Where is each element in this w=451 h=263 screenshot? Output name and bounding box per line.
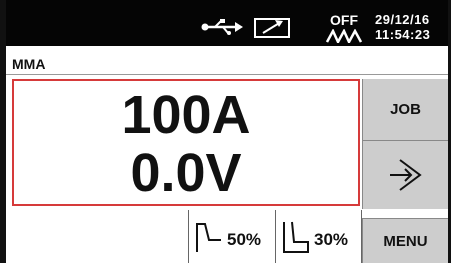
menu-button-label: MENU: [383, 232, 428, 250]
hot-start-icon: [196, 223, 221, 252]
power-state-label: OFF: [330, 12, 358, 28]
enter-arrow-icon: [389, 159, 422, 191]
hot-start-param[interactable]: 50%: [188, 210, 275, 263]
welding-params-row: 50% 30%: [188, 210, 362, 263]
job-button[interactable]: JOB: [362, 79, 448, 141]
welder-display: OFF 29/12/16 11:54:23 MMA 100A 0.0V JOB …: [0, 0, 451, 263]
voltage-readout: 0.0V: [130, 143, 242, 203]
wire-feed-icon: [254, 18, 290, 38]
arc-wave-icon: [326, 29, 362, 43]
arc-force-value: 30%: [314, 230, 349, 249]
usb-icon: [201, 19, 243, 35]
readout-panel: 100A 0.0V: [12, 79, 360, 206]
current-readout: 100A: [121, 85, 251, 145]
time-label: 11:54:23: [375, 27, 431, 42]
date-label: 29/12/16: [375, 12, 430, 27]
arc-force-icon: [283, 221, 309, 253]
arc-force-param[interactable]: 30%: [275, 210, 362, 263]
process-mode-label: MMA: [12, 56, 46, 72]
divider: [6, 74, 448, 75]
enter-button[interactable]: [362, 141, 448, 209]
menu-button[interactable]: MENU: [362, 218, 448, 263]
job-button-label: JOB: [390, 101, 421, 118]
hot-start-value: 50%: [227, 230, 262, 249]
